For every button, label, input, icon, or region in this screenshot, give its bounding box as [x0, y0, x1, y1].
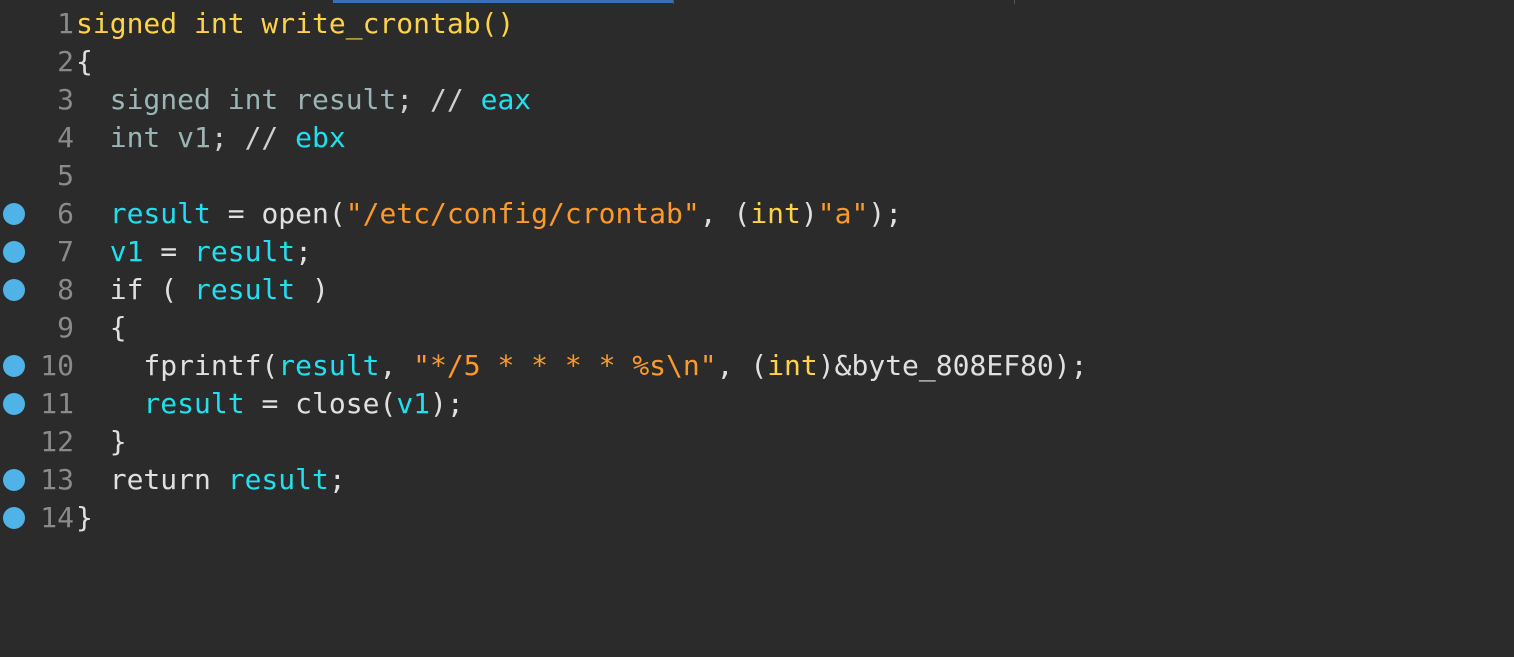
code-token: ); — [430, 387, 464, 420]
code-text: } — [76, 499, 93, 537]
tab-bar — [0, 0, 1514, 4]
code-token: eax — [480, 83, 532, 116]
code-line[interactable]: 7 v1 = result; — [0, 233, 1514, 271]
code-token: ) — [295, 273, 329, 306]
line-number: 11 — [40, 387, 74, 420]
code-text: fprintf(result, "*/5 * * * * %s\n", (int… — [76, 347, 1087, 385]
code-token: signed int write_crontab() — [76, 7, 515, 40]
code-token: result — [109, 197, 211, 230]
breakpoint-marker[interactable] — [3, 203, 25, 225]
code-token: { — [76, 311, 127, 344]
code-token: ; // — [396, 83, 481, 116]
code-text: { — [76, 43, 93, 81]
code-token: result — [278, 349, 380, 382]
code-token: result — [194, 273, 296, 306]
code-token: = close( — [244, 387, 397, 420]
code-token: result — [194, 235, 296, 268]
active-tab-indicator[interactable] — [333, 0, 673, 3]
code-token: v1 — [109, 235, 144, 268]
line-number: 6 — [57, 197, 74, 230]
code-text: signed int result; // eax — [76, 81, 531, 119]
line-number: 2 — [57, 45, 74, 78]
code-line[interactable]: 11 result = close(v1); — [0, 385, 1514, 423]
code-line[interactable]: 3 signed int result; // eax — [0, 81, 1514, 119]
code-token: { — [76, 45, 93, 78]
code-token: ) — [800, 197, 818, 230]
code-line[interactable]: 14} — [0, 499, 1514, 537]
code-text: { — [76, 309, 127, 347]
code-text: if ( result ) — [76, 271, 329, 309]
code-token: "*/5 * * * * %s\n" — [413, 349, 717, 382]
code-token: return — [76, 463, 228, 496]
tab-divider — [673, 0, 674, 4]
code-token: signed int result — [76, 83, 397, 116]
code-text: } — [76, 423, 127, 461]
line-number: 10 — [40, 349, 74, 382]
code-token: int — [767, 349, 818, 382]
line-number: 14 — [40, 501, 74, 534]
code-line[interactable]: 9 { — [0, 309, 1514, 347]
code-text: v1 = result; — [76, 233, 312, 271]
code-token: = — [143, 235, 195, 268]
code-text: int v1; // ebx — [76, 119, 346, 157]
code-line[interactable]: 10 fprintf(result, "*/5 * * * * %s\n", (… — [0, 347, 1514, 385]
code-line[interactable]: 13 return result; — [0, 461, 1514, 499]
breakpoint-marker[interactable] — [3, 279, 25, 301]
code-line[interactable]: 5 — [0, 157, 1514, 195]
code-token: v1 — [396, 387, 431, 420]
code-token: ; — [295, 235, 313, 268]
code-text: result = open("/etc/config/crontab", (in… — [76, 195, 902, 233]
code-token: result — [143, 387, 245, 420]
code-token: } — [76, 501, 93, 534]
code-token: int — [750, 197, 801, 230]
code-token: , ( — [699, 197, 751, 230]
line-number: 13 — [40, 463, 74, 496]
code-line[interactable]: 12 } — [0, 423, 1514, 461]
pseudocode-editor[interactable]: 1 signed int write_crontab() 2{3 signed in… — [0, 0, 1514, 657]
breakpoint-marker[interactable] — [3, 469, 25, 491]
code-line[interactable]: 4 int v1; // ebx — [0, 119, 1514, 157]
code-token: ; // — [210, 121, 296, 154]
code-token: result — [227, 463, 329, 496]
line-number: 3 — [57, 83, 74, 116]
line-number: 7 — [57, 235, 74, 268]
line-number: 8 — [57, 273, 74, 306]
breakpoint-marker[interactable] — [3, 393, 25, 415]
code-line[interactable]: 1 signed int write_crontab() — [0, 5, 1514, 43]
line-number: 12 — [40, 425, 74, 458]
code-token: ebx — [295, 121, 346, 154]
code-token: , — [379, 349, 414, 382]
code-text: return result; — [76, 461, 346, 499]
code-token: fprintf( — [76, 349, 279, 382]
line-number: 1 — [57, 7, 74, 40]
code-line[interactable]: 8 if ( result ) — [0, 271, 1514, 309]
code-text: result = close(v1); — [76, 385, 464, 423]
code-line[interactable]: 6 result = open("/etc/config/crontab", (… — [0, 195, 1514, 233]
line-number: 4 — [57, 121, 74, 154]
code-token: int v1 — [76, 121, 211, 154]
code-token: = open( — [210, 197, 346, 230]
code-token: , ( — [716, 349, 768, 382]
breakpoint-marker[interactable] — [3, 355, 25, 377]
code-token: "/etc/config/crontab" — [345, 197, 700, 230]
code-lines: 1 signed int write_crontab() 2{3 signed in… — [0, 5, 1514, 537]
breakpoint-marker[interactable] — [3, 241, 25, 263]
code-text: signed int write_crontab() — [76, 5, 514, 43]
tab-divider — [1014, 0, 1015, 4]
line-number: 5 — [57, 159, 74, 192]
breakpoint-marker[interactable] — [3, 507, 25, 529]
code-token: if ( — [76, 273, 195, 306]
line-number: 9 — [57, 311, 74, 344]
code-line[interactable]: 2{ — [0, 43, 1514, 81]
code-token: ; — [328, 463, 346, 496]
code-token: "a" — [817, 197, 869, 230]
code-token: )&byte_808EF80); — [817, 349, 1088, 382]
code-token: } — [76, 425, 127, 458]
code-token: ); — [868, 197, 903, 230]
